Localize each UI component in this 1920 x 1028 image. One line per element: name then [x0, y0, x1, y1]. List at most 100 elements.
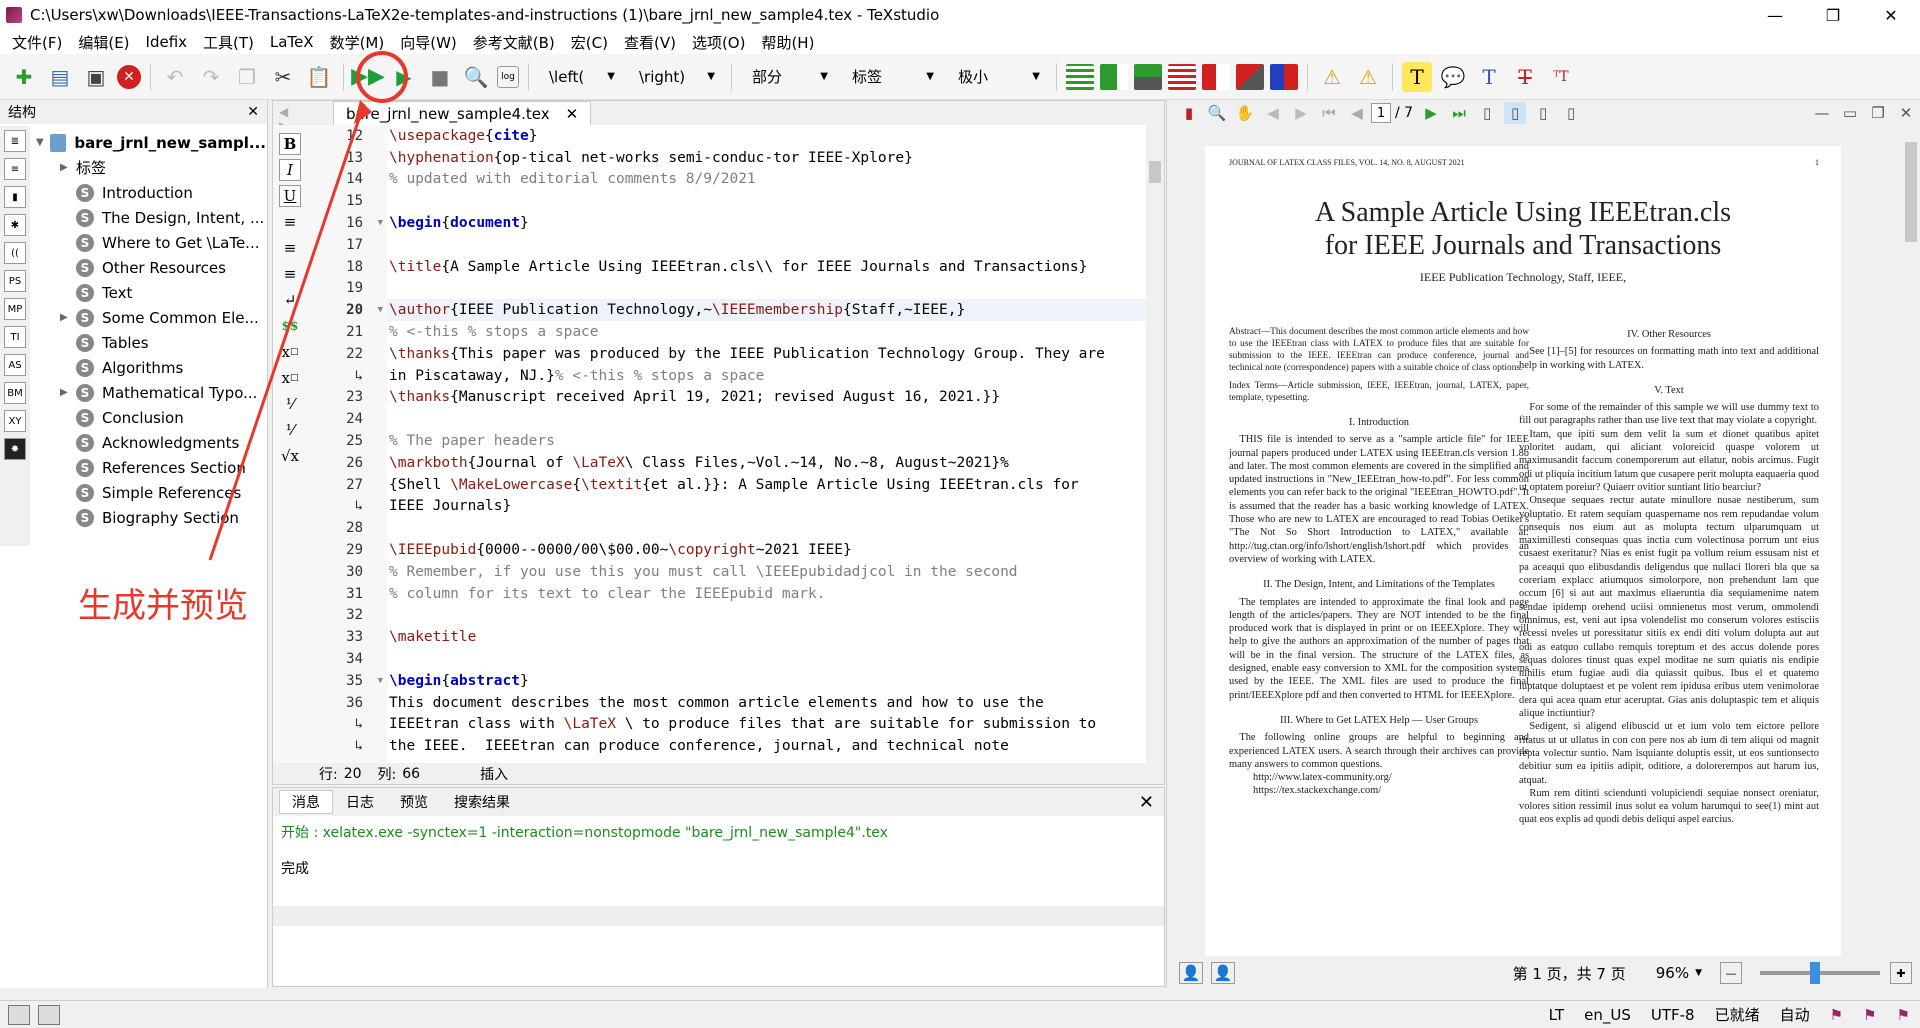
- subscript-icon[interactable]: x □: [279, 341, 301, 363]
- tree-section-item[interactable]: S Where to Get \LaTe...: [36, 230, 266, 255]
- bookmark-next-icon[interactable]: ⚑: [1853, 1006, 1886, 1024]
- bookmark-icon[interactable]: ⚑: [1820, 1006, 1853, 1024]
- code-line[interactable]: [387, 648, 1147, 670]
- code-line[interactable]: IEEEtran class with \LaTeX \ to produce …: [387, 714, 1147, 736]
- cut-icon[interactable]: ✂: [268, 62, 298, 92]
- metapost-tab-icon[interactable]: MP: [4, 298, 26, 320]
- code-line[interactable]: % updated with editorial comments 8/9/20…: [387, 169, 1147, 191]
- copy-icon[interactable]: ❐: [232, 62, 262, 92]
- insert-mode[interactable]: 插入: [480, 764, 508, 784]
- menu-macros[interactable]: 宏(C): [563, 32, 616, 53]
- text-style-icon[interactable]: T: [1402, 61, 1432, 92]
- editor-tab[interactable]: bare_jrnl_new_sample4.tex ✕: [333, 101, 592, 125]
- stop-compile-icon[interactable]: ■: [425, 62, 455, 92]
- tab-preview[interactable]: 预览: [387, 790, 441, 814]
- menu-edit[interactable]: 编辑(E): [70, 32, 137, 53]
- spellcheck-language[interactable]: en_US: [1574, 1006, 1641, 1024]
- code-line[interactable]: \begin{document}: [387, 212, 1147, 234]
- close-window-button[interactable]: ✕: [1862, 0, 1920, 30]
- strike-icon[interactable]: T: [1510, 62, 1540, 92]
- chevron-right-icon[interactable]: ▶: [60, 312, 76, 323]
- code-line[interactable]: % column for its text to clear the IEEEp…: [387, 583, 1147, 605]
- zoom-slider[interactable]: [1760, 962, 1880, 984]
- sqrt-icon[interactable]: √x: [279, 445, 301, 467]
- font-size-combo[interactable]: 极小 ▼: [948, 64, 1046, 90]
- pdf-fit-icon[interactable]: ▯: [1560, 102, 1582, 124]
- code-line[interactable]: \usepackage{cite}: [387, 125, 1147, 147]
- tree-section-item[interactable]: S Conclusion: [36, 405, 266, 430]
- menu-file[interactable]: 文件(F): [4, 32, 70, 53]
- code-line[interactable]: \title {A Sample Article Using IEEEtran.c…: [387, 256, 1147, 278]
- code-line[interactable]: % Remember, if you use this you must cal…: [387, 561, 1147, 583]
- pdf-next-page-icon[interactable]: ▶: [1420, 102, 1442, 124]
- editor-scrollbar-thumb[interactable]: [1149, 161, 1161, 183]
- pdf-back-icon[interactable]: ◀: [1262, 102, 1284, 124]
- menu-view[interactable]: 查看(V): [616, 32, 684, 53]
- tree-section-item[interactable]: S Tables: [36, 330, 266, 355]
- code-line[interactable]: \maketitle: [387, 626, 1147, 648]
- chevron-down-icon[interactable]: ▼: [36, 137, 50, 148]
- undo-icon[interactable]: ↶: [160, 62, 190, 92]
- fold-toggle-icon[interactable]: ▼: [378, 218, 383, 228]
- save-icon[interactable]: ▣: [81, 62, 111, 92]
- pdf-help-link-1[interactable]: http://www.latex-community.org/: [1229, 771, 1529, 784]
- tikz-tab-icon[interactable]: TI: [4, 326, 26, 348]
- pdf-sync2-icon[interactable]: 👤: [1211, 962, 1235, 984]
- bold-button[interactable]: B: [279, 133, 301, 155]
- pdf-sync-icon[interactable]: 👤: [1179, 962, 1203, 984]
- add-row-icon[interactable]: [1134, 63, 1162, 90]
- languagetool-icon[interactable]: LT: [1539, 1006, 1574, 1024]
- fold-toggle-icon[interactable]: ▼: [378, 305, 383, 315]
- code-line[interactable]: \thanks {Manuscript received April 19, 20…: [387, 387, 1147, 409]
- zoom-in-icon[interactable]: ✚: [1890, 962, 1912, 984]
- bookmarks-tab-icon[interactable]: ▮: [4, 186, 26, 208]
- chevron-right-icon[interactable]: ▶: [60, 162, 76, 173]
- menu-latex[interactable]: LaTeX: [262, 33, 322, 51]
- fraction-icon[interactable]: ⅟: [279, 393, 301, 415]
- tree-section-item[interactable]: ▶ S Some Common Ele...: [36, 305, 266, 330]
- code-line[interactable]: [387, 605, 1147, 627]
- menu-help[interactable]: 帮助(H): [753, 32, 822, 53]
- code-line[interactable]: [387, 278, 1147, 300]
- code-line[interactable]: \hyphenation {op-tical net-works semi-con…: [387, 147, 1147, 169]
- pdf-dock-icon[interactable]: ▭: [1839, 102, 1861, 124]
- typewriter-icon[interactable]: T: [1474, 62, 1504, 92]
- code-line[interactable]: \begin{abstract}: [387, 670, 1147, 692]
- label-combo[interactable]: 标签 ▼: [842, 64, 940, 90]
- brackets-tab-icon[interactable]: ((: [4, 242, 26, 264]
- new-file-icon[interactable]: ✚: [9, 62, 39, 92]
- toggle-structure-icon[interactable]: [8, 1004, 30, 1025]
- close-structure-button[interactable]: ✕: [247, 104, 259, 120]
- align-center-icon[interactable]: ≡: [279, 237, 301, 259]
- section-combo[interactable]: 部分 ▼: [742, 64, 834, 90]
- code-line[interactable]: \markboth {Journal of \LaTeX \ Class Files…: [387, 452, 1147, 474]
- view-pdf-icon[interactable]: 🔍: [461, 62, 491, 92]
- auto-mode[interactable]: 自动: [1770, 1004, 1820, 1025]
- code-line[interactable]: \IEEEpubid {0000--0000/00\$00.00~ \copyrig…: [387, 539, 1147, 561]
- delete-row-icon[interactable]: [1168, 63, 1196, 90]
- menu-tools[interactable]: 工具(T): [195, 32, 262, 53]
- tree-labels-node[interactable]: ▶ 标签: [36, 155, 266, 180]
- code-line[interactable]: {Shell \MakeLowercase{\textit {et al.}}: …: [387, 474, 1147, 496]
- pdf-help-link-2[interactable]: https://tex.stackexchange.com/: [1229, 784, 1529, 797]
- tab-log[interactable]: 日志: [333, 790, 387, 814]
- pdf-page[interactable]: JOURNAL OF LATEX CLASS FILES, VOL. 14, N…: [1205, 146, 1841, 956]
- tab-search-results[interactable]: 搜索结果: [441, 790, 523, 814]
- align-columns-icon[interactable]: [1270, 63, 1298, 90]
- newline-icon[interactable]: ↵: [279, 289, 301, 311]
- pdf-window-icon[interactable]: ❐: [1867, 102, 1889, 124]
- pdf-two-page-icon[interactable]: ▯: [1532, 102, 1554, 124]
- redo-icon[interactable]: ↷: [196, 62, 226, 92]
- menu-math[interactable]: 数学(M): [322, 32, 393, 53]
- xy-tab-icon[interactable]: XY: [4, 410, 26, 432]
- pdf-last-page-icon[interactable]: ⏭: [1448, 102, 1470, 124]
- tree-section-item[interactable]: S Simple References: [36, 480, 266, 505]
- structure-tab-icon[interactable]: ≣: [4, 130, 26, 152]
- code-line[interactable]: This document describes the most common …: [387, 692, 1147, 714]
- close-messages-button[interactable]: ✕: [1139, 792, 1154, 813]
- pdf-forward-icon[interactable]: ▶: [1290, 102, 1312, 124]
- right-delimiter-combo[interactable]: \right) ▼: [629, 64, 721, 90]
- menu-options[interactable]: 选项(O): [684, 32, 754, 53]
- pdf-minimize-icon[interactable]: —: [1811, 102, 1833, 124]
- bookmark-prev-icon[interactable]: ⚑: [1887, 1006, 1920, 1024]
